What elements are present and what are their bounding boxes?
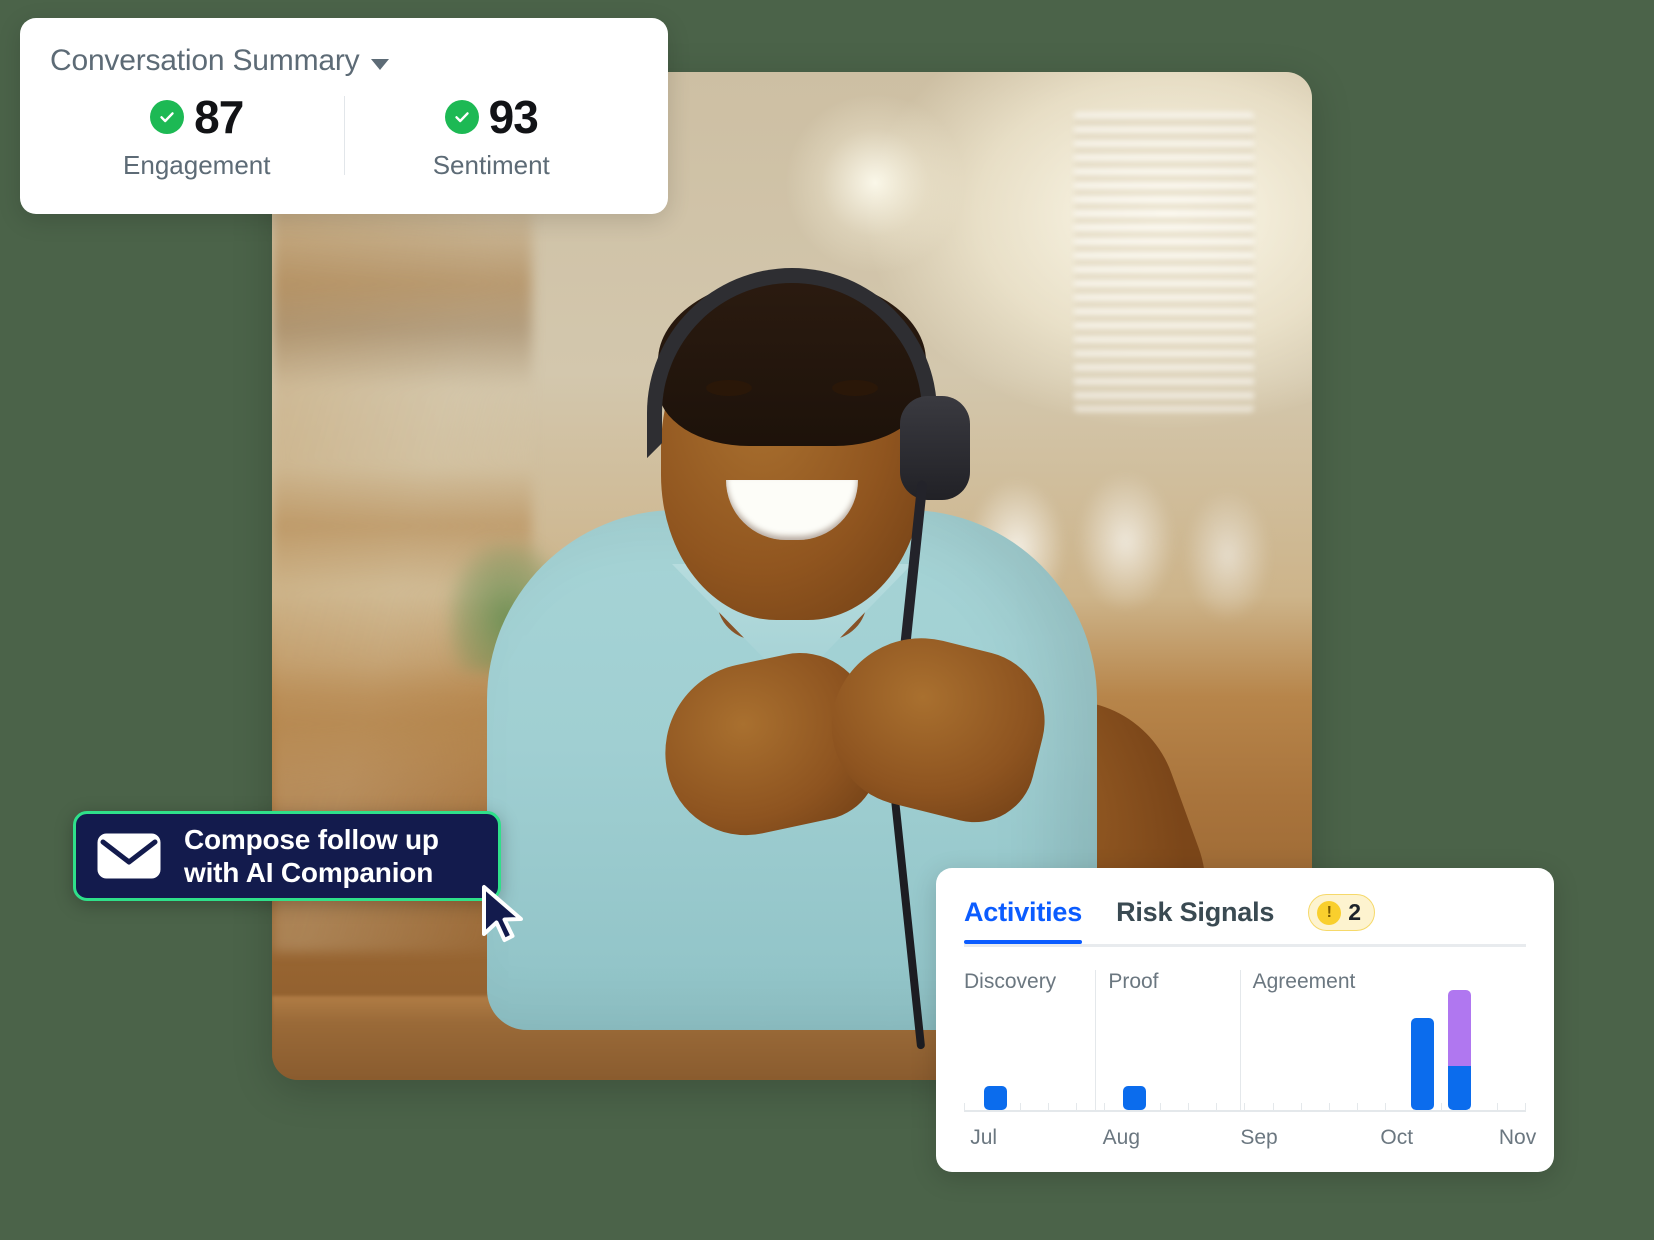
compose-follow-up-button[interactable]: Compose follow up with AI Companion <box>73 811 501 901</box>
tab-underline-rule <box>964 944 1526 947</box>
risk-signals-count: 2 <box>1348 899 1362 925</box>
month-label: Aug <box>1102 1126 1141 1149</box>
chart-bars <box>964 990 1526 1110</box>
tab-risk-signals[interactable]: Risk Signals <box>1116 897 1274 944</box>
metric-value: 87 <box>194 91 244 143</box>
risk-signals-badge[interactable]: ! 2 <box>1308 894 1376 931</box>
month-label: Sep <box>1240 1126 1278 1149</box>
conversation-summary-card: Conversation Summary 87 Engagement 93 Se… <box>20 18 668 214</box>
bar-segment-activities <box>1123 1086 1147 1110</box>
metric-value: 93 <box>488 91 539 143</box>
bar-segment-agreement <box>1448 990 1472 1066</box>
bar-segment-activities <box>1448 1066 1472 1110</box>
page-title: Conversation Summary <box>50 44 360 77</box>
tab-activities[interactable]: Activities <box>964 897 1082 944</box>
metric-value-row: 93 <box>345 94 639 140</box>
check-circle-icon <box>444 100 479 134</box>
check-circle-icon <box>150 100 185 134</box>
chart-bar[interactable] <box>1123 1086 1147 1110</box>
activities-card: Activities Risk Signals ! 2 Discovery Pro… <box>936 868 1554 1172</box>
envelope-icon <box>96 832 162 880</box>
chart-bar[interactable] <box>1410 1018 1434 1110</box>
activities-chart: Discovery Proof Agreement Jul Aug Sep Oct Nov <box>964 970 1536 1166</box>
metric-label: Engagement <box>123 150 271 180</box>
bar-segment-activities <box>1410 1018 1434 1110</box>
conversation-summary-header[interactable]: Conversation Summary <box>50 44 638 78</box>
tab-bar: Activities Risk Signals ! 2 <box>936 868 1554 947</box>
metric-label: Sentiment <box>432 150 550 180</box>
warning-icon: ! <box>1317 900 1342 925</box>
chevron-down-icon[interactable] <box>371 58 390 70</box>
compose-button-label: Compose follow up with AI Companion <box>184 823 439 888</box>
bar-segment-activities <box>983 1086 1007 1110</box>
metrics-row: 87 Engagement 93 Sentiment <box>50 90 638 185</box>
chart-month-labels: Jul Aug Sep Oct Nov <box>964 1126 1536 1160</box>
month-label: Jul <box>970 1126 998 1149</box>
metric-value-row: 87 <box>50 94 344 140</box>
metric-engagement: 87 Engagement <box>50 90 344 185</box>
chart-bar[interactable] <box>983 1086 1007 1110</box>
metric-sentiment: 93 Sentiment <box>345 90 639 185</box>
stage: Conversation Summary 87 Engagement 93 Se… <box>0 0 1654 1240</box>
chart-bar[interactable] <box>1448 990 1472 1110</box>
month-label: Nov <box>1498 1126 1537 1149</box>
month-label: Oct <box>1380 1126 1414 1149</box>
headset-headband <box>647 268 937 458</box>
headset-earcup <box>900 396 970 500</box>
